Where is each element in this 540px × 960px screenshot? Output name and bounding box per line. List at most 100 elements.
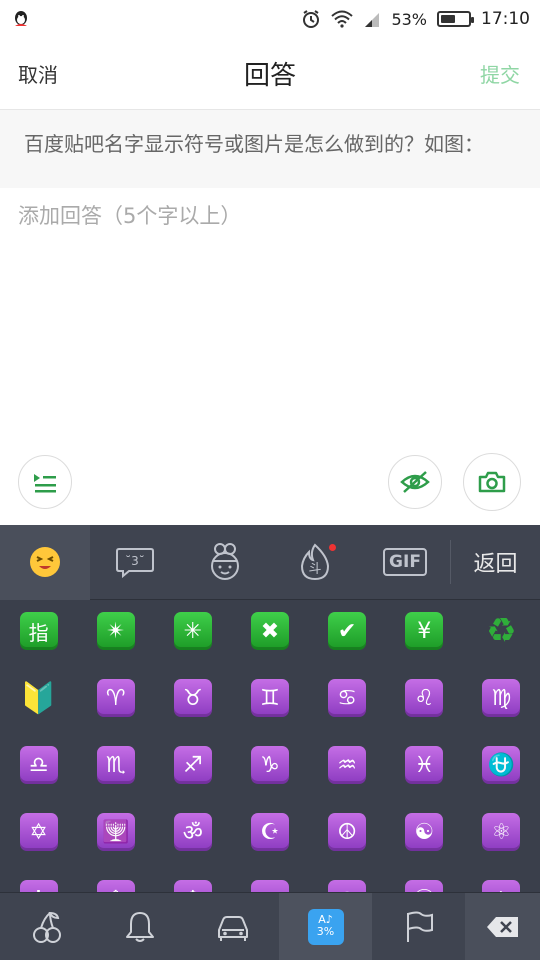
wifi-icon bbox=[331, 10, 354, 28]
alarm-icon bbox=[303, 10, 320, 28]
answer-input[interactable] bbox=[18, 200, 522, 440]
emoji-glyph: ॐ bbox=[173, 813, 212, 851]
keyboard-tab-bar: ˘3˘ 斗 GIF 返回 bbox=[0, 524, 540, 600]
emoji-key[interactable]: ♒ bbox=[309, 746, 386, 813]
status-bar: 53% 17:10 bbox=[0, 0, 540, 38]
emoji-glyph: ⚛ bbox=[482, 813, 521, 851]
emoji-key[interactable]: ♎ bbox=[0, 746, 77, 813]
emoji-glyph: ♑ bbox=[250, 746, 289, 784]
battery-percent: 53% bbox=[391, 9, 427, 29]
header: 取消 回答 提交 bbox=[0, 38, 540, 110]
emoji-glyph: ♏ bbox=[96, 746, 135, 784]
submit-button[interactable]: 提交 bbox=[480, 59, 520, 88]
emoji-key[interactable]: ♊ bbox=[231, 679, 308, 746]
emoji-key[interactable]: ♻ bbox=[463, 611, 540, 679]
category-food[interactable] bbox=[0, 893, 93, 960]
emoji-key[interactable]: ☮ bbox=[309, 813, 386, 880]
page-title: 回答 bbox=[243, 61, 296, 91]
emoji-key[interactable]: ♐ bbox=[154, 746, 231, 813]
svg-text:斗: 斗 bbox=[308, 562, 321, 577]
outline-list-icon bbox=[34, 474, 56, 493]
symbols-icon: A♪ 3% bbox=[307, 908, 344, 945]
emoji-glyph: ✖ bbox=[250, 612, 289, 650]
tab-gif[interactable]: GIF bbox=[360, 525, 450, 600]
emoji-glyph: ¥ bbox=[405, 612, 444, 650]
battery-fill bbox=[441, 15, 455, 23]
tab-doutu[interactable]: 斗 bbox=[270, 525, 360, 600]
emoji-glyph: 🔰 bbox=[19, 680, 58, 716]
emoji-glyph: ✳ bbox=[173, 612, 212, 650]
emoji-key[interactable]: ♈ bbox=[77, 679, 154, 746]
question-text: 百度贴吧名字显示符号或图片是怎么做到的？如图： bbox=[0, 110, 540, 188]
emoji-glyph: ♌ bbox=[405, 679, 444, 717]
emoji-glyph: ♈ bbox=[96, 679, 135, 717]
emoji-key[interactable]: ♌ bbox=[386, 679, 463, 746]
emoji-key[interactable]: ⚛ bbox=[463, 813, 540, 880]
cherries-icon bbox=[32, 911, 61, 943]
emoji-keyboard: ˘3˘ 斗 GIF 返回 指 ✴ ✳ ✖ ✔ ¥ ♻ 🔰 ♈ ♉ ♊ ♋ ♌ ♍ ♎ ♏ ♐ ♑ ♒ ♓ ⛎ ✡ bbox=[0, 524, 540, 960]
emoji-glyph: ✴ bbox=[96, 612, 135, 650]
flag-icon bbox=[406, 911, 433, 942]
emoji-key[interactable]: 🕎 bbox=[77, 813, 154, 880]
tab-kaomoji[interactable]: ˘3˘ bbox=[90, 525, 180, 600]
emoji-key[interactable]: ⛎ bbox=[463, 746, 540, 813]
qq-icon bbox=[15, 11, 27, 26]
emoji-glyph: ☯ bbox=[405, 813, 444, 851]
outline-button[interactable] bbox=[18, 455, 72, 509]
emoji-grid: 指✴✳✖✔¥♻🔰♈♉♊♋♌♍♎♏♐♑♒♓⛎✡🕎ॐ☪☮☯⚛✝☦☸ID◉ⓘ空 bbox=[0, 600, 540, 895]
emoji-key[interactable]: ♋ bbox=[309, 679, 386, 746]
emoji-key[interactable]: 🔰 bbox=[0, 679, 77, 746]
emoji-key[interactable]: ♓ bbox=[386, 746, 463, 813]
emoji-key[interactable]: ॐ bbox=[154, 813, 231, 880]
signal-icon bbox=[365, 13, 380, 27]
emoji-glyph: ♍ bbox=[482, 679, 521, 717]
back-button[interactable]: 返回 bbox=[450, 540, 540, 584]
emoji-key[interactable]: ✖ bbox=[231, 612, 308, 679]
emoji-glyph: ♐ bbox=[173, 746, 212, 784]
emoji-key[interactable]: ¥ bbox=[386, 612, 463, 679]
anonymous-button[interactable] bbox=[388, 455, 442, 509]
emoji-glyph: ✔ bbox=[328, 612, 367, 650]
category-symbols[interactable]: A♪ 3% bbox=[279, 892, 372, 960]
emoji-glyph: ♻ bbox=[486, 611, 517, 651]
category-travel[interactable] bbox=[186, 893, 279, 960]
bell-icon bbox=[125, 911, 154, 942]
category-flags[interactable] bbox=[372, 893, 465, 960]
emoji-key[interactable]: ☯ bbox=[386, 813, 463, 880]
emoji-key[interactable]: ♉ bbox=[154, 679, 231, 746]
emoji-glyph: ♒ bbox=[328, 746, 367, 784]
emoji-key[interactable]: ✴ bbox=[77, 612, 154, 679]
emoji-glyph: ⛎ bbox=[482, 746, 521, 784]
emoji-key[interactable]: ♑ bbox=[231, 746, 308, 813]
notification-dot bbox=[329, 543, 336, 551]
emoji-key[interactable]: ✔ bbox=[309, 612, 386, 679]
emoji-key[interactable]: ✳ bbox=[154, 612, 231, 679]
emoji-key[interactable]: ✡ bbox=[0, 813, 77, 880]
camera-button[interactable] bbox=[463, 453, 521, 511]
emoji-glyph: 🕎 bbox=[96, 813, 135, 851]
kaomoji-label: ˘3˘ bbox=[125, 554, 145, 568]
car-icon bbox=[217, 915, 248, 941]
delete-button[interactable] bbox=[465, 892, 540, 960]
emoji-glyph: ✡ bbox=[19, 813, 58, 851]
emoji-key[interactable]: ☪ bbox=[231, 813, 308, 880]
tab-emoji[interactable] bbox=[0, 524, 90, 600]
emoji-key[interactable]: 指 bbox=[0, 612, 77, 679]
category-activity[interactable] bbox=[93, 893, 186, 960]
battery-icon bbox=[437, 11, 474, 27]
tab-sticker[interactable] bbox=[180, 525, 270, 600]
backspace-icon bbox=[486, 916, 518, 937]
clock: 17:10 bbox=[481, 9, 530, 29]
emoji-glyph: ♊ bbox=[250, 679, 289, 717]
emoji-key[interactable]: ♏ bbox=[77, 746, 154, 813]
gif-label: GIF bbox=[383, 548, 427, 576]
eye-hidden-icon bbox=[400, 471, 430, 493]
flame-fight-icon: 斗 bbox=[300, 543, 330, 581]
emoji-glyph: 指 bbox=[19, 612, 58, 650]
emoji-glyph: ♉ bbox=[173, 679, 212, 717]
cancel-button[interactable]: 取消 bbox=[18, 59, 58, 88]
emoji-category-bar: A♪ 3% bbox=[0, 892, 540, 960]
emoji-glyph: ♎ bbox=[19, 746, 58, 784]
emoji-key[interactable]: ♍ bbox=[463, 679, 540, 746]
camera-icon bbox=[478, 471, 506, 493]
